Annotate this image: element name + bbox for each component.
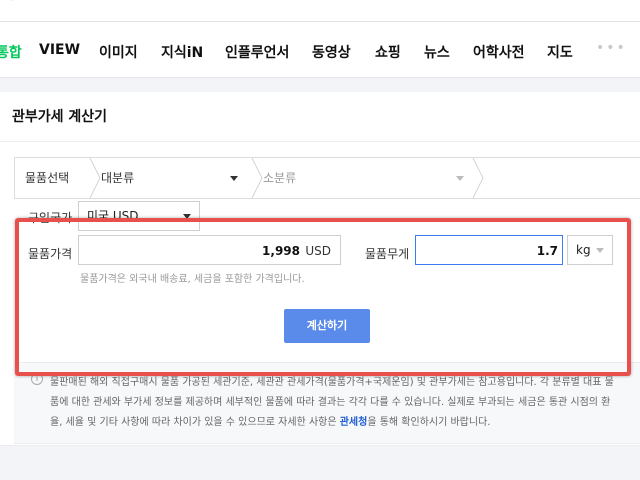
tab-influencer[interactable]: 인플루언서 [225,42,289,62]
search-tabs: 통합 VIEW 이미지 지식iN 인플루언서 동영상 쇼핑 뉴스 어학사전 지도… [0,22,640,78]
tab-map[interactable]: 지도 [547,42,573,62]
tab-news[interactable]: 뉴스 [424,42,450,62]
search-bar-strip: ◦ ─ ─ ─ ─ ─ ─ ─ ─ ─ [0,0,640,22]
notice-line-2: 품에 대한 관세와 부가세 정보를 제공하며 세부적인 물품에 따라 결과는 각… [50,397,611,408]
chevron-right-icon [251,158,263,198]
major-category-label: 대분류 [101,171,135,185]
minor-category-label: 소분류 [263,171,297,185]
customs-service-link[interactable]: 관세청 [340,417,368,428]
section-gap [0,78,640,92]
tab-knowledge-in[interactable]: 지식iN [161,42,203,62]
search-bar-remnant: ◦ ─ ─ ─ ─ ─ ─ ─ ─ ─ [8,0,133,6]
major-category-dropdown[interactable]: 대분류 [101,158,251,198]
tab-dictionary[interactable]: 어학사전 [473,42,525,62]
annotation-highlight-box [15,218,631,376]
notice-line-3-tail: 을 통해 확인하시기 바랍니다. [367,417,491,428]
calculator-title: 관부가세 계산기 [12,109,108,125]
notice-line-3: 율, 세율 및 기타 사항에 따라 차이가 있을 수 있으므로 자세한 사항은 … [50,413,490,428]
chevron-down-icon [230,176,238,181]
tab-shopping[interactable]: 쇼핑 [375,42,401,62]
tab-images[interactable]: 이미지 [99,42,138,62]
crumb-item-select: 물품선택 [25,171,70,185]
title-divider [0,141,640,142]
more-tabs-icon[interactable]: ••• [596,40,627,56]
chevron-right-icon [89,158,101,198]
tab-all[interactable]: 통합 [0,42,22,62]
category-selector: 물품선택 대분류 소분류 [14,157,640,199]
notice-line-3-text: 율, 세율 및 기타 사항에 따라 차이가 있을 수 있으므로 자세한 사항은 [50,417,340,428]
page-footer-gap [0,445,640,480]
tab-video[interactable]: 동영상 [312,42,351,62]
chevron-right-icon [472,158,484,198]
chevron-down-icon [456,176,464,181]
tab-view[interactable]: VIEW [39,42,80,58]
minor-category-dropdown[interactable]: 소분류 [263,158,473,198]
